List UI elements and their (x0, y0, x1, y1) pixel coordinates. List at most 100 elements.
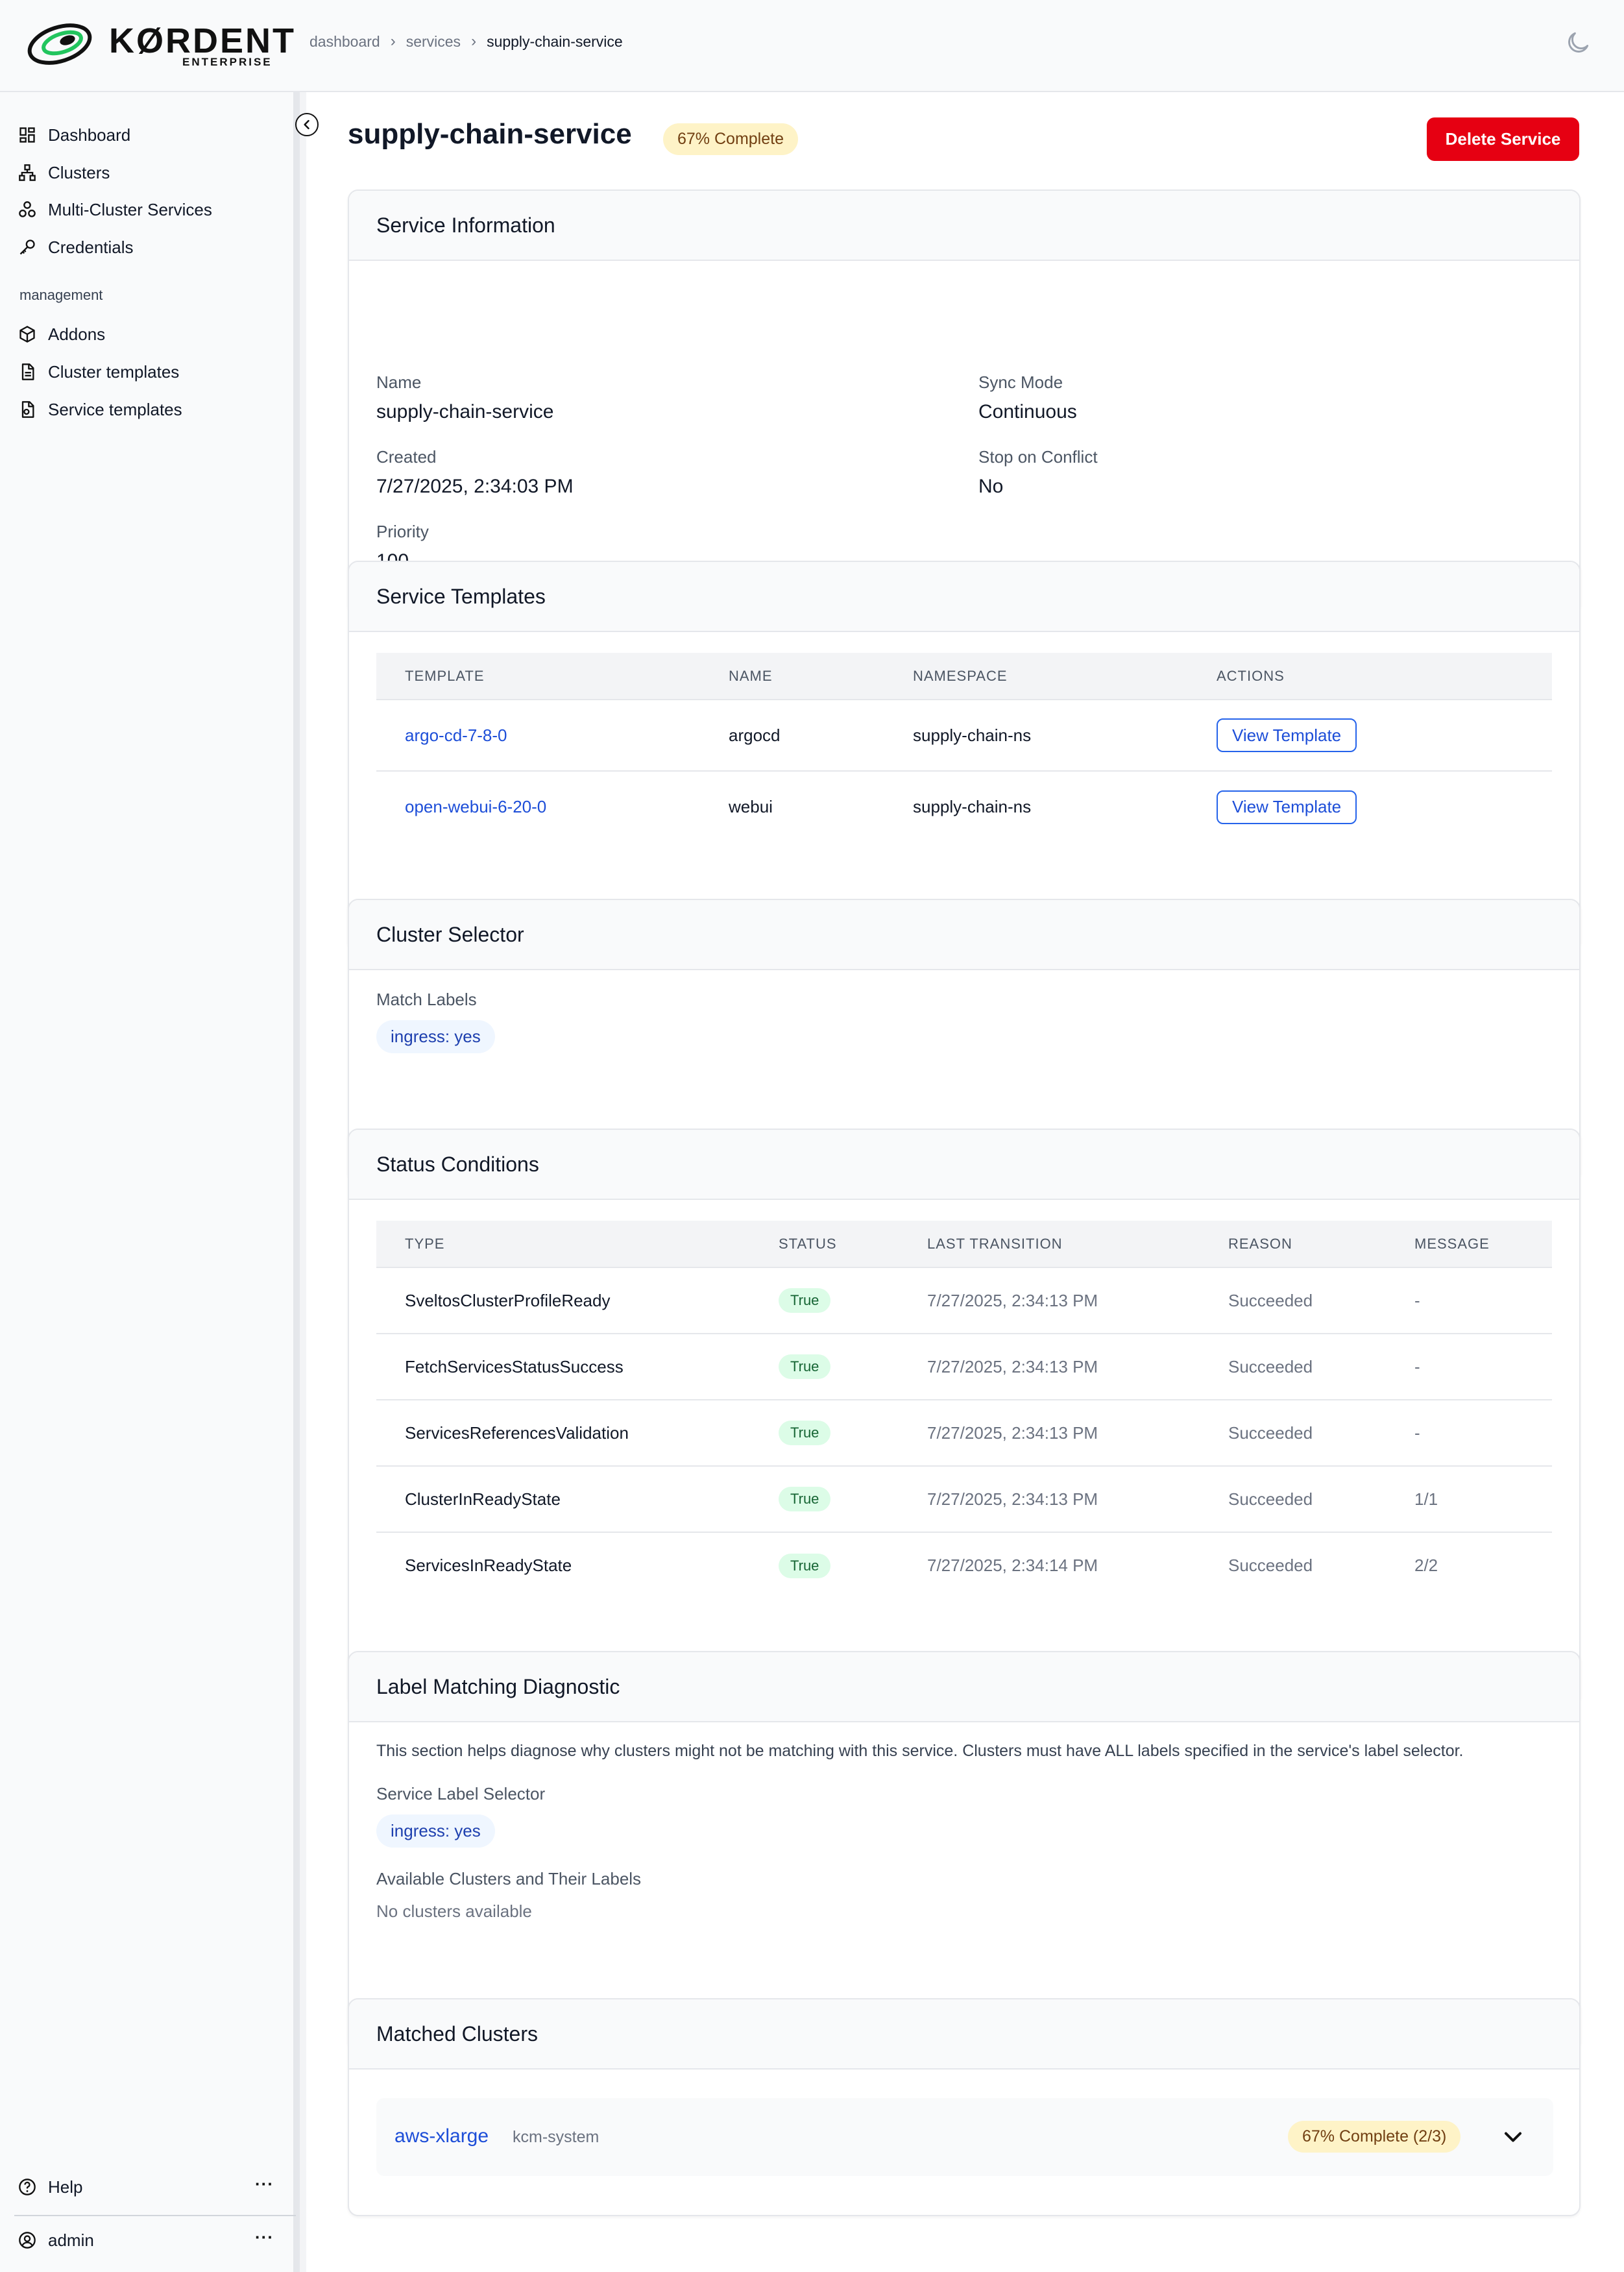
document-icon (18, 363, 36, 381)
reason: Succeeded (1228, 1333, 1414, 1400)
sidebar-item-label: Addons (48, 324, 106, 344)
sidebar-item-dashboard[interactable]: Dashboard (18, 119, 278, 151)
sidebar-item-label: Service templates (48, 399, 182, 419)
table-row: argo-cd-7-8-0 argocd supply-chain-ns Vie… (376, 699, 1552, 771)
sync-mode-label: Sync Mode (978, 373, 1063, 392)
help-icon (18, 2178, 36, 2196)
cluster-namespace: kcm-system (513, 2128, 600, 2146)
diagnostic-description: This section helps diagnose why clusters… (376, 1742, 1464, 1760)
status-badge: True (779, 1487, 831, 1511)
view-template-button[interactable]: View Template (1217, 718, 1357, 752)
dashboard-icon (18, 126, 36, 144)
table-row: ServicesReferencesValidation True 7/27/2… (376, 1399, 1552, 1466)
chevron-down-icon[interactable] (1499, 2123, 1527, 2151)
view-template-button[interactable]: View Template (1217, 790, 1357, 824)
delete-service-button[interactable]: Delete Service (1427, 117, 1579, 161)
column-header: LAST TRANSITION (927, 1221, 1228, 1267)
breadcrumb-services[interactable]: services (406, 33, 461, 51)
message: 1/1 (1414, 1465, 1552, 1532)
priority-label: Priority (376, 522, 429, 541)
templates-table: TEMPLATE NAME NAMESPACE ACTIONS argo-cd-… (376, 653, 1552, 842)
name-label: Name (376, 373, 422, 392)
label-tag: ingress: yes (376, 1814, 495, 1848)
sidebar-item-user[interactable]: admin (18, 2225, 278, 2256)
reason: Succeeded (1228, 1465, 1414, 1532)
label-tag: ingress: yes (376, 1020, 495, 1053)
sidebar-item-label: Dashboard (48, 125, 131, 145)
brand-subtitle: ENTERPRISE (182, 56, 273, 68)
stop-on-conflict-value: No (978, 476, 1004, 497)
sidebar-item-label: Help (48, 2177, 83, 2197)
sync-mode-value: Continuous (978, 401, 1077, 422)
table-row: FetchServicesStatusSuccess True 7/27/202… (376, 1333, 1552, 1400)
status-badge: True (779, 1421, 831, 1445)
sidebar-item-credentials[interactable]: Credentials (18, 232, 278, 263)
column-header: NAME (729, 653, 913, 700)
brand-name: KØRDENT (109, 21, 296, 60)
reason: Succeeded (1228, 1399, 1414, 1466)
template-link[interactable]: argo-cd-7-8-0 (405, 726, 507, 745)
completion-badge: 67% Complete (663, 123, 798, 155)
breadcrumb: dashboard › services › supply-chain-serv… (309, 30, 623, 53)
service-label-selector-label: Service Label Selector (376, 1784, 546, 1803)
last-transition: 7/27/2025, 2:34:14 PM (927, 1532, 1228, 1598)
key-icon (18, 238, 36, 256)
card-title: Cluster Selector (349, 900, 1579, 970)
template-name: webui (729, 770, 913, 842)
template-link[interactable]: open-webui-6-20-0 (405, 797, 546, 816)
table-row: open-webui-6-20-0 webui supply-chain-ns … (376, 770, 1552, 842)
stop-on-conflict-label: Stop on Conflict (978, 447, 1098, 467)
condition-type: ServicesReferencesValidation (376, 1399, 779, 1466)
sidebar-collapse-button[interactable] (295, 113, 319, 136)
column-header: TEMPLATE (376, 653, 729, 700)
user-more-button[interactable]: ··· (255, 2227, 274, 2247)
column-header: MESSAGE (1414, 1221, 1552, 1267)
status-badge: True (779, 1354, 831, 1379)
column-header: STATUS (779, 1221, 927, 1267)
help-more-button[interactable]: ··· (255, 2174, 274, 2194)
name-value: supply-chain-service (376, 401, 554, 422)
multi-cluster-icon (18, 201, 36, 219)
sidebar-item-label: Cluster templates (48, 361, 180, 382)
message: - (1414, 1333, 1552, 1400)
sidebar-item-label: admin (48, 2230, 94, 2250)
template-namespace: supply-chain-ns (913, 699, 1217, 771)
theme-toggle-button[interactable] (1564, 29, 1592, 57)
column-header: ACTIONS (1217, 653, 1552, 700)
cluster-link[interactable]: aws-xlarge (394, 2125, 489, 2147)
sidebar-item-help[interactable]: Help (18, 2171, 278, 2203)
service-information-card: Service Information Name supply-chain-se… (348, 189, 1581, 615)
service-templates-card: Service Templates TEMPLATE NAME NAMESPAC… (348, 561, 1581, 951)
sidebar: Dashboard Clusters Multi-Cluster Service… (0, 92, 300, 2272)
sidebar-item-clusters[interactable]: Clusters (18, 157, 278, 188)
user-icon (18, 2231, 36, 2249)
status-badge: True (779, 1288, 831, 1313)
sidebar-section-management: management (19, 287, 103, 303)
match-labels-label: Match Labels (376, 990, 477, 1009)
template-name: argocd (729, 699, 913, 771)
breadcrumb-dashboard[interactable]: dashboard (309, 33, 380, 51)
last-transition: 7/27/2025, 2:34:13 PM (927, 1399, 1228, 1466)
condition-type: SveltosClusterProfileReady (376, 1267, 779, 1334)
table-row: SveltosClusterProfileReady True 7/27/202… (376, 1267, 1552, 1334)
chevron-left-icon (304, 119, 309, 130)
sidebar-item-cluster-templates[interactable]: Cluster templates (18, 356, 278, 387)
message: 2/2 (1414, 1532, 1552, 1598)
reason: Succeeded (1228, 1267, 1414, 1334)
sidebar-item-addons[interactable]: Addons (18, 319, 278, 350)
sidebar-item-multi-cluster-services[interactable]: Multi-Cluster Services (18, 194, 278, 225)
condition-type: ServicesInReadyState (376, 1532, 779, 1598)
card-title: Matched Clusters (349, 1999, 1579, 2070)
cluster-completion-badge: 67% Complete (2/3) (1288, 2121, 1461, 2153)
matched-cluster-row[interactable]: aws-xlarge kcm-system 67% Complete (2/3) (376, 2098, 1553, 2176)
brand-logo[interactable]: KØRDENT ENTERPRISE (26, 16, 294, 70)
card-title: Service Information (349, 191, 1579, 261)
column-header: TYPE (376, 1221, 779, 1267)
column-header: NAMESPACE (913, 653, 1217, 700)
box-icon (18, 325, 36, 343)
page-title: supply-chain-service (348, 118, 632, 150)
sidebar-item-service-templates[interactable]: Service templates (18, 394, 278, 425)
moon-icon (1568, 32, 1589, 53)
condition-type: FetchServicesStatusSuccess (376, 1333, 779, 1400)
sidebar-item-label: Credentials (48, 237, 134, 257)
